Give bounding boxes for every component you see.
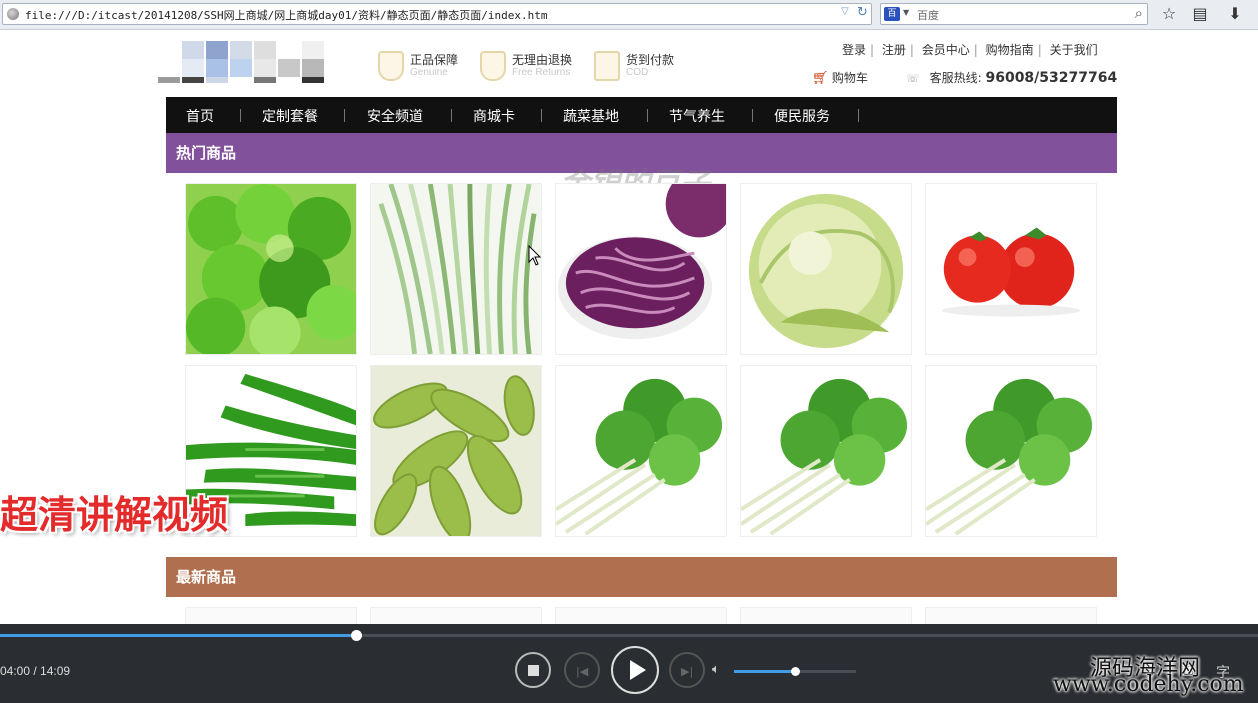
parsley-image [186,184,356,354]
search-bar[interactable]: 百 ▼ 百度 ⌕ [880,3,1148,25]
volume-handle[interactable] [791,667,800,676]
promise-cod: 货到付款 COD [594,49,694,83]
lettuce-image [741,184,911,354]
new-products-header: 最新商品 [166,557,1117,597]
product-coriander-1[interactable] [555,365,727,537]
volume-level [734,670,795,673]
new-product-1[interactable] [185,607,357,624]
nav-divider [240,109,241,122]
site-watermark-url: www.codehy.com [1053,672,1244,697]
new-product-5[interactable] [925,607,1097,624]
promise-free-returns: 无理由退换 Free Returns [480,49,590,83]
login-link[interactable]: 登录 [842,43,866,57]
mouse-cursor-icon [528,245,542,266]
product-chives[interactable] [370,183,542,355]
volume-slider[interactable] [734,667,856,676]
reload-icon[interactable]: ↻ [857,5,868,20]
nav-item-custom-package[interactable]: 定制套餐 [262,106,318,126]
hotline-number: 96008/53277764 [985,70,1118,86]
nav-divider [858,109,859,122]
nav-divider [451,109,452,122]
video-caption: 超清讲解视频 [0,492,229,537]
nav-item-vegetable-base[interactable]: 蔬菜基地 [563,106,619,126]
top-links: 登录 | 注册 | 会员中心 | 购物指南 | 关于我们 [842,43,1098,57]
new-product-4[interactable] [740,607,912,624]
download-arrow-icon[interactable]: ⬇ [1224,3,1246,25]
hotline: ☏ 客服热线: 96008/53277764 [906,69,1117,86]
product-coriander-2[interactable] [740,365,912,537]
search-icon[interactable]: ⌕ [1135,4,1143,22]
promise-title: 正品保障 [410,53,459,67]
about-us-link[interactable]: 关于我们 [1050,43,1098,57]
nav-divider [752,109,753,122]
phone-icon: ☏ [906,72,920,85]
product-parsley[interactable] [185,183,357,355]
stop-button[interactable] [515,652,551,688]
coriander-image [556,366,726,536]
shield-icon [480,51,506,81]
red-cabbage-image [556,184,726,354]
nav-divider [647,109,648,122]
baidu-paw-icon[interactable]: 百 [884,7,900,21]
coriander-image [926,366,1096,536]
promise-title: 货到付款 [626,53,675,67]
promise-subtitle: COD [626,67,649,78]
member-center-link[interactable]: 会员中心 [922,43,970,57]
clipboard-icon[interactable]: ▤ [1189,3,1211,25]
nav-item-safety[interactable]: 安全频道 [367,106,423,126]
cart-label: 购物车 [831,71,868,85]
playback-time: 04:00 / 14:09 [0,664,71,678]
nav-item-mall-card[interactable]: 商城卡 [473,106,515,126]
nav-item-seasonal-health[interactable]: 节气养生 [669,106,725,126]
register-link[interactable]: 注册 [882,43,906,57]
address-bar[interactable]: file:///D:/itcast/20141208/SSH网上商城/网上商城d… [2,3,872,25]
search-input[interactable]: 百度 [917,7,939,23]
product-snow-peas[interactable] [370,365,542,537]
globe-icon [7,8,19,20]
shield-icon [378,51,404,81]
promise-subtitle: Free Returns [512,67,571,78]
main-nav: 首页 定制套餐 安全频道 商城卡 蔬菜基地 节气养生 便民服务 [166,97,1117,133]
engine-dropdown-icon[interactable]: ▼ [903,8,909,17]
product-coriander-3[interactable] [925,365,1097,537]
promise-title: 无理由退换 [512,53,573,67]
volume-icon[interactable]: 🔈︎ [712,662,720,677]
cart-icon: 🛒︎ [812,71,829,86]
cart-link[interactable]: 🛒︎ 购物车 [812,69,868,86]
address-url[interactable]: file:///D:/itcast/20141208/SSH网上商城/网上商城d… [25,7,548,23]
promise-subtitle: Genuine [410,67,448,78]
product-tomato[interactable] [925,183,1097,355]
play-icon [630,660,646,680]
snow-peas-image [371,366,541,536]
bookmark-star-icon[interactable]: ☆ [1158,3,1180,25]
tomato-image [926,184,1096,354]
seek-handle[interactable] [350,630,362,641]
product-red-cabbage[interactable] [555,183,727,355]
shopping-guide-link[interactable]: 购物指南 [986,43,1034,57]
product-lettuce[interactable] [740,183,912,355]
skip-back-icon: |◀ [576,665,589,678]
skip-forward-icon: ▶| [681,665,694,678]
cash-icon [594,51,620,81]
nav-item-home[interactable]: 首页 [186,106,214,126]
chives-image [371,184,541,354]
seek-bar[interactable] [0,630,1258,641]
play-button[interactable] [611,646,659,694]
nav-divider [344,109,345,122]
nav-divider [541,109,542,122]
nav-item-services[interactable]: 便民服务 [774,106,830,126]
browser-toolbar: file:///D:/itcast/20141208/SSH网上商城/网上商城d… [0,0,1258,30]
stop-icon [528,665,539,676]
new-product-2[interactable] [370,607,542,624]
seek-progress [0,634,356,637]
new-product-3[interactable] [555,607,727,624]
history-dropdown-icon[interactable]: ▽ [841,6,849,17]
next-button[interactable]: ▶| [669,652,705,688]
promise-genuine: 正品保障 Genuine [378,49,478,83]
hotline-label: 客服热线: [929,71,982,85]
coriander-image [741,366,911,536]
site-logo[interactable] [158,41,328,93]
previous-button[interactable]: |◀ [564,652,600,688]
